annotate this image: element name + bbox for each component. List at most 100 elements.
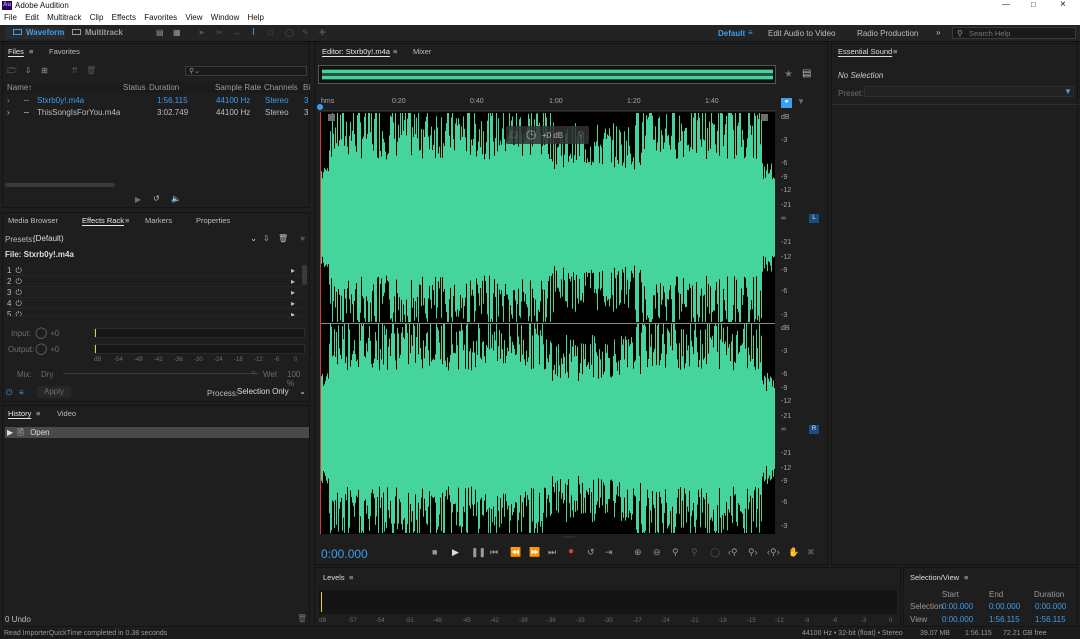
more-workspaces-icon[interactable]: » [936,28,940,37]
zoom-star-icon[interactable]: ★ [784,69,793,80]
workspace-menu-icon[interactable]: ≡ [748,28,753,37]
skip-selection-icon[interactable]: ⇥ [605,547,613,558]
effect-slot[interactable]: 3 ⏻ ▸ [7,287,303,298]
slot-menu-arrow-icon[interactable]: ▸ [291,276,295,287]
fast-forward-icon[interactable]: ⏩ [529,547,540,558]
menu-help[interactable]: Help [247,11,263,25]
zoom-out-time-icon[interactable]: ⚲ [691,547,698,558]
move-tool-icon[interactable]: ➤ [198,28,205,37]
search-input[interactable] [969,29,1073,38]
close-icon[interactable]: × [1060,0,1066,10]
loop-preview-icon[interactable]: ↺ [153,194,160,203]
essential-sound-menu-icon[interactable]: ≡ [893,47,897,56]
column-sample-rate[interactable]: Sample Rate [215,82,261,93]
zoom-selection-icon[interactable]: ‹⚲› [767,547,780,558]
output-knob-icon[interactable]: ◯ [35,342,47,355]
tab-properties[interactable]: Properties [196,216,230,225]
effect-slot[interactable]: 1 ⏻ ▸ [7,265,303,276]
effect-slot[interactable]: 4 ⏻ ▸ [7,298,303,309]
essential-sound-title[interactable]: Essential Sound [838,47,892,56]
rewind-icon[interactable]: ⏪ [510,547,521,558]
pin-icon[interactable]: ⚲ [578,130,584,139]
workspace-default[interactable]: Default [718,29,745,38]
tab-history[interactable]: History [8,409,31,418]
playhead-marker[interactable] [317,104,323,110]
presets-dropdown[interactable]: (Default) ⌄ [33,233,259,244]
spectral-display-icon[interactable]: ▤ [156,28,164,37]
tab-editor[interactable]: Editor: Stxrb0y!.m4a [322,47,390,56]
preset-dropdown[interactable] [864,86,1074,97]
marquee-tool-icon[interactable]: □ [268,28,273,37]
selection-duration[interactable]: 0:00.000 [1035,602,1066,611]
headphones-icon[interactable]: ⚭ [781,98,792,108]
multitrack-view-button[interactable]: Multitrack [72,27,123,39]
gain-knob-icon[interactable]: ◷ [526,127,536,141]
spot-healing-tool-icon[interactable]: ✚ [319,28,326,37]
column-duration[interactable]: Duration [149,82,179,93]
autoplay-icon[interactable]: 🔈 [171,194,181,203]
waveform-scroll-grip[interactable]: ⋯⋯ [563,534,575,541]
time-ruler[interactable]: hms 0:20 0:40 1:00 1:20 1:40 [318,96,776,111]
selection-view-title[interactable]: Selection/View [910,573,959,582]
selection-view-menu-icon[interactable]: ≡ [964,573,968,582]
editor-panel-menu-icon[interactable]: ≡ [393,47,397,56]
brush-tool-icon[interactable]: ✎ [302,28,309,37]
expand-icon[interactable]: › [7,107,10,118]
tab-video[interactable]: Video [57,409,76,418]
column-channels[interactable]: Channels [264,82,298,93]
effect-slot[interactable]: 2 ⏻ ▸ [7,276,303,287]
overview-menu-icon[interactable]: ▤ [802,68,811,79]
menu-effects[interactable]: Effects [112,11,136,25]
view-duration[interactable]: 1:56.115 [1035,615,1066,624]
zoom-reset-icon[interactable]: ✖ [807,547,815,558]
files-panel-menu-icon[interactable]: ≡ [29,47,33,56]
menu-multitrack[interactable]: Multitrack [47,11,81,25]
zoom-in-hand-icon[interactable]: ✋ [788,547,799,558]
zoom-in-amplitude-icon[interactable]: ⊕ [634,547,642,558]
levels-title[interactable]: Levels [323,573,345,582]
delete-preset-icon[interactable]: 🗑 [278,234,288,243]
workspace-radio-production[interactable]: Radio Production [857,29,918,38]
slot-menu-arrow-icon[interactable]: ▸ [291,265,295,276]
tab-files[interactable]: Files [8,47,24,56]
filter-search-field[interactable]: ⚲⌄ [185,66,307,76]
workspace-edit-audio-to-video[interactable]: Edit Audio to Video [768,29,835,38]
slip-tool-icon[interactable]: ↔ [233,28,241,37]
menu-clip[interactable]: Clip [90,11,104,25]
current-time[interactable]: 0:00.000 [321,547,368,561]
process-dropdown[interactable]: Selection Only ⌄ [237,386,307,398]
menu-file[interactable]: File [4,11,17,25]
zoom-in-time-icon[interactable]: ⚲ [672,547,679,558]
tab-mixer[interactable]: Mixer [413,47,431,56]
power-icon[interactable]: ⏻ [15,288,21,297]
menu-favorites[interactable]: Favorites [144,11,177,25]
play-preview-icon[interactable]: ▶ [135,195,141,204]
move-to-end-icon[interactable]: ⏭ [548,547,556,558]
view-end[interactable]: 1:56.115 [989,615,1020,624]
tab-media-browser[interactable]: Media Browser [8,216,58,225]
files-horizontal-scrollbar[interactable] [5,183,115,187]
column-status[interactable]: Status [123,82,146,93]
channel-r-badge[interactable]: R [809,425,819,434]
delete-history-icon[interactable]: 🗑 [297,614,307,623]
tab-markers[interactable]: Markers [145,216,172,225]
search-help-field[interactable]: ⚲ [952,27,1076,39]
scroll-right-icon[interactable] [761,114,768,121]
zoom-in-out-point-icon[interactable]: ⚲› [748,547,758,558]
minimize-icon[interactable]: — [1002,0,1010,9]
channel-l-badge[interactable]: L [809,214,819,223]
zoom-out-amplitude-icon[interactable]: ⊖ [653,547,661,558]
pause-icon[interactable]: ❚❚ [471,547,486,558]
selection-start[interactable]: 0:00.000 [942,602,973,611]
scroll-left-icon[interactable] [328,114,335,121]
table-row[interactable]: › ∼ Stxrb0y!.m4a 1:56.115 44100 Hz Stere… [3,95,309,106]
expand-icon[interactable]: › [7,95,10,106]
zoom-in-in-point-icon[interactable]: ‹⚲ [728,547,738,558]
tab-favorites[interactable]: Favorites [49,47,80,56]
power-icon[interactable]: ⏻ [15,310,21,316]
history-panel-menu-icon[interactable]: ≡ [36,409,40,418]
gain-hud[interactable]: ▢ ◷ +0 dB ⚲ [506,126,589,144]
power-icon[interactable]: ⏻ [15,299,21,308]
time-selection-tool-icon[interactable]: I [252,27,255,38]
column-name[interactable]: Name [7,82,28,93]
